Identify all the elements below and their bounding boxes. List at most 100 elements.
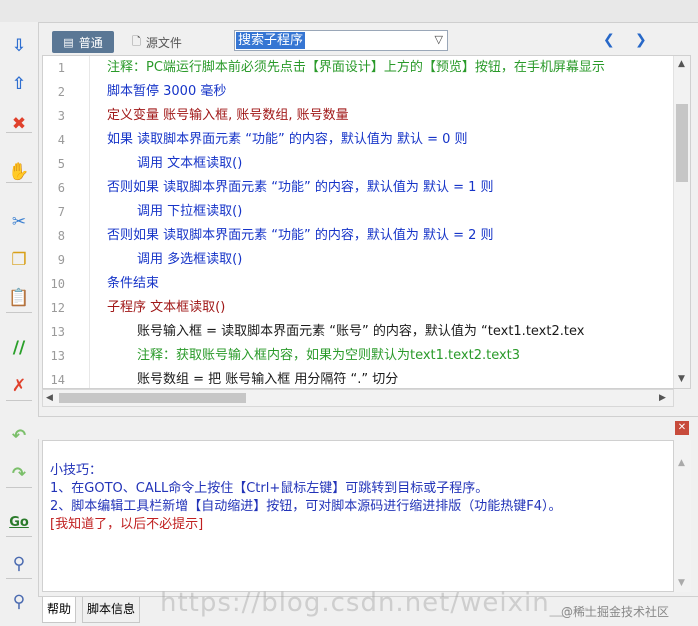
code-text: 注释：PC端运行脚本前必须先点击【界面设计】上方的【预览】按钮，在手机屏幕显示 [107,60,605,75]
tips-panel: 小技巧： 1、在GOTO、CALL命令上按住【Ctrl+鼠标左键】可跳转到目标或… [42,440,674,592]
line-number: 12 [50,301,65,315]
left-toolbar: ⇩ ⇧ ✖ ✋ ✂ ❐ 📋//✗ ↶ ↷ Go ⚲ ⚲ [0,22,39,625]
paste-icon[interactable]: 📋 [7,286,31,310]
undo-icon[interactable]: ↶ [7,424,31,448]
toolbar-separator [6,312,32,313]
toolbar-separator [6,487,32,488]
code-text: 脚本暂停 3000 毫秒 [107,84,227,99]
code-line[interactable]: 1 注释：PC端运行脚本前必须先点击【界面设计】上方的【预览】按钮，在手机屏幕显示 [43,56,675,80]
horizontal-scroll-thumb[interactable] [59,393,246,403]
code-text: 调用 文本框读取() [137,156,243,171]
line-number: 10 [50,277,65,291]
subroutine-search-combo[interactable]: 搜索子程序 ▽ [234,30,448,51]
code-line[interactable]: 13 账号输入框 = 读取脚本界面元素 “账号” 的内容，默认值为 “text1.… [43,320,675,344]
code-text: 调用 多选框读取() [137,252,243,267]
close-icon[interactable]: ✕ [675,421,689,435]
line-number: 9 [57,253,65,267]
line-number: 2 [57,85,65,99]
tips-scroll-up-icon[interactable]: ▲ [678,458,685,468]
goto-icon[interactable]: Go [7,510,31,534]
scroll-left-icon[interactable]: ◀ [46,393,53,403]
line-number: 7 [57,205,65,219]
toolbar-separator [6,536,32,537]
move-down-icon[interactable]: ⇩ [7,34,31,58]
credit-text: @稀土掘金技术社区 [561,605,670,619]
code-line[interactable]: 10 条件结束 [43,272,675,296]
code-line[interactable]: 7 调用 下拉框读取() [43,200,675,224]
line-number: 13 [50,325,65,339]
code-line[interactable]: 2 脚本暂停 3000 毫秒 [43,80,675,104]
vertical-scrollbar[interactable]: ▲ ▼ [673,56,690,388]
code-text: 账号输入框 = 读取脚本界面元素 “账号” 的内容，默认值为 “text1.te… [137,324,585,339]
scroll-down-icon[interactable]: ▼ [678,374,685,384]
code-line[interactable]: 4 如果 读取脚本界面元素 “功能” 的内容，默认值为 默认 = 0 则 [43,128,675,152]
code-line[interactable]: 14 账号数组 = 把 账号输入框 用分隔符 “.” 切分 [43,368,675,388]
line-number: 13 [50,349,65,363]
subroutine-search-value: 搜索子程序 [236,32,306,49]
code-line[interactable]: 6 否则如果 读取脚本界面元素 “功能” 的内容，默认值为 默认 = 1 则 [43,176,675,200]
code-line[interactable]: 13 注释：获取账号输入框内容，如果为空则默认为text1.text2.text3 [43,344,675,368]
tab-source[interactable]: 🗋 源文件 [132,31,202,53]
code-text: 如果 读取脚本界面元素 “功能” 的内容，默认值为 默认 = 0 则 [107,132,468,147]
tips-scroll-down-icon[interactable]: ▼ [678,578,685,588]
tab-script-info[interactable]: 脚本信息 [82,597,141,623]
nav-next-icon[interactable]: ❯ [635,32,647,48]
tab-help[interactable]: 帮助 [42,597,77,623]
hand-icon[interactable]: ✋ [7,160,31,184]
tab-source-label: 源文件 [145,35,182,50]
chevron-down-icon: ▽ [434,33,443,46]
line-number: 8 [57,229,65,243]
code-line[interactable]: 5 调用 文本框读取() [43,152,675,176]
code-text: 否则如果 读取脚本界面元素 “功能” 的内容，默认值为 默认 = 1 则 [107,180,494,195]
tab-normal[interactable]: ▤ 普通 [52,31,114,53]
line-number: 5 [57,157,65,171]
list-icon: ▤ [63,35,74,49]
nav-prev-icon[interactable]: ❮ [603,32,615,48]
scroll-corner [674,389,691,407]
panel-splitter[interactable] [38,416,698,439]
dismiss-tips-link[interactable]: [我知道了，以后不必提示] [50,513,203,532]
horizontal-scrollbar[interactable]: ◀ ▶ [42,389,674,407]
tip-line-2: 2、脚本编辑工具栏新增【自动缩进】按钮，可对脚本源码进行缩进排版（功能热键F4）… [50,499,562,514]
code-text: 子程序 文本框读取() [107,300,226,315]
toolbar-separator [6,578,32,579]
copy-icon[interactable]: ❐ [7,248,31,272]
code-editor[interactable]: 1 注释：PC端运行脚本前必须先点击【界面设计】上方的【预览】按钮，在手机屏幕显示… [42,55,691,389]
code-line[interactable]: 9 调用 多选框读取() [43,248,675,272]
line-number: 1 [57,61,65,75]
uncomment-icon[interactable]: ✗ [7,374,31,398]
tab-normal-label: 普通 [78,35,103,50]
editor-tab-bar: ▤ 普通 🗋 源文件 搜索子程序 ▽ ❮ ❯ [38,29,698,55]
code-line[interactable]: 8 否则如果 读取脚本界面元素 “功能” 的内容，默认值为 默认 = 2 则 [43,224,675,248]
line-number: 3 [57,109,65,123]
code-line[interactable]: 3 定义变量 账号输入框, 账号数组, 账号数量 [43,104,675,128]
code-text: 定义变量 账号输入框, 账号数组, 账号数量 [107,108,349,123]
cut-icon[interactable]: ✂ [7,210,31,234]
scroll-up-icon[interactable]: ▲ [678,59,685,69]
move-up-icon[interactable]: ⇧ [7,72,31,96]
toolbar-separator [6,132,32,133]
file-icon: 🗋 [132,34,141,48]
tips-title: 小技巧： [50,463,103,478]
code-text: 条件结束 [107,276,160,291]
comment-icon[interactable]: // [7,336,31,360]
code-text: 注释：获取账号输入框内容，如果为空则默认为text1.text2.text3 [137,348,521,363]
redo-icon[interactable]: ↷ [7,462,31,486]
line-number: 14 [50,373,65,387]
replace-icon[interactable]: ⚲ [7,590,31,614]
code-line[interactable]: 12 子程序 文本框读取() [43,296,675,320]
line-number: 4 [57,133,65,147]
code-text: 调用 下拉框读取() [137,204,243,219]
window-top-bar [0,0,698,23]
watermark-text: https://blog.csdn.net/weixin_... [160,588,592,618]
tips-scrollbar[interactable]: ▲ ▼ [674,440,691,592]
code-text: 否则如果 读取脚本界面元素 “功能” 的内容，默认值为 默认 = 2 则 [107,228,494,243]
toolbar-separator [6,182,32,183]
vertical-scroll-thumb[interactable] [676,104,688,182]
code-text: 账号数组 = 把 账号输入框 用分隔符 “.” 切分 [137,372,399,387]
find-icon[interactable]: ⚲ [7,552,31,576]
tip-line-1: 1、在GOTO、CALL命令上按住【Ctrl+鼠标左键】可跳转到目标或子程序。 [50,481,489,496]
scroll-right-icon[interactable]: ▶ [659,393,666,403]
toolbar-separator [6,400,32,401]
line-number: 6 [57,181,65,195]
